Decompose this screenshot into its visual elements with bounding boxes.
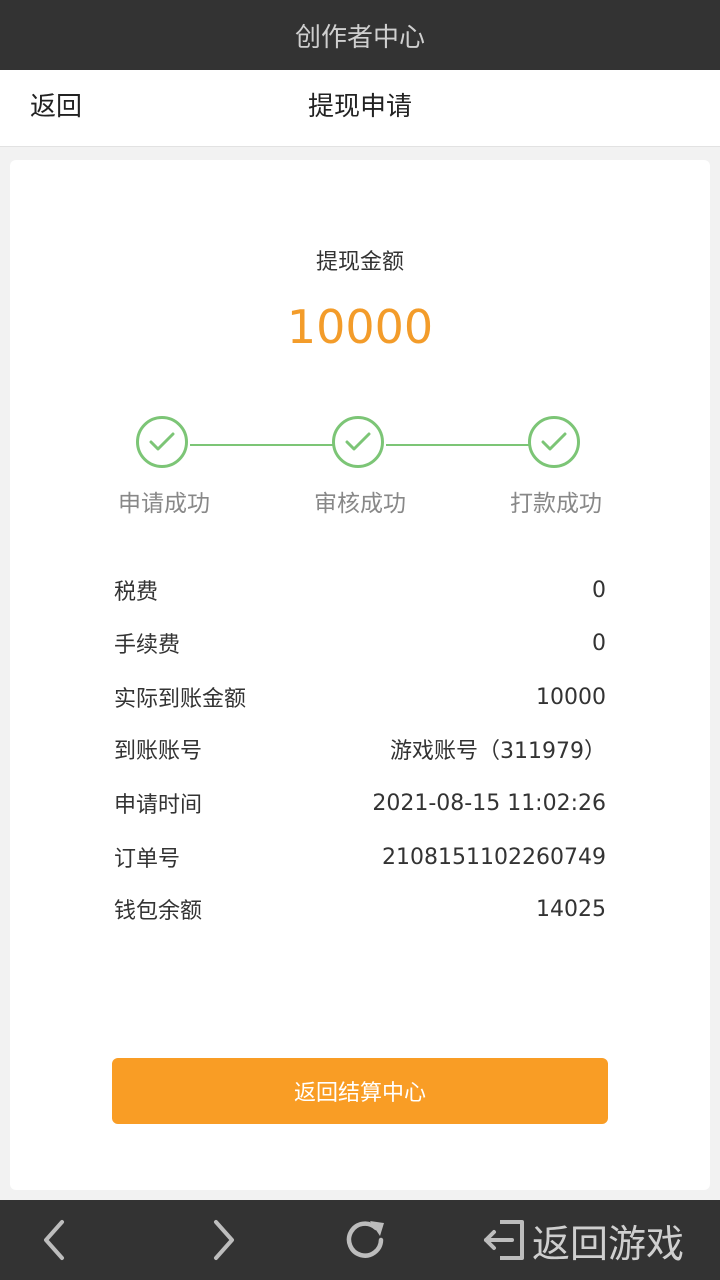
detail-row-wallet-balance: 钱包余额 14025 — [114, 891, 606, 927]
step-check-icon — [528, 416, 580, 468]
return-game-button[interactable]: 返回游戏 — [480, 1200, 684, 1280]
app-title: 创作者中心 — [294, 22, 425, 53]
detail-row-actual-amount: 实际到账金额 10000 — [114, 679, 606, 715]
bottom-nav-bar: 返回游戏 — [0, 1200, 720, 1280]
detail-label: 订单号 — [114, 847, 181, 872]
detail-label: 手续费 — [114, 633, 181, 658]
amount-value: 10000 — [286, 300, 434, 354]
detail-value: 2021-08-15 11:02:26 — [372, 790, 606, 816]
withdraw-card: 提现金额 10000 申请成功 审核成功 打款成功 税费 0 手续费 0 实际到… — [10, 160, 710, 1190]
detail-row-account: 到账账号 游戏账号（311979） — [114, 731, 606, 767]
step-connector — [190, 444, 334, 446]
detail-value: 0 — [592, 630, 606, 656]
step-label-review: 审核成功 — [314, 491, 406, 517]
back-button[interactable]: 返回 — [30, 70, 82, 146]
detail-value: 14025 — [536, 896, 606, 922]
detail-label: 到账账号 — [114, 739, 203, 764]
detail-row-apply-time: 申请时间 2021-08-15 11:02:26 — [114, 785, 606, 821]
refresh-icon[interactable] — [340, 1200, 390, 1280]
nav-bar: 提现申请 返回 — [0, 70, 720, 147]
step-check-icon — [136, 416, 188, 468]
detail-value: 0 — [592, 577, 606, 603]
detail-label: 钱包余额 — [114, 899, 203, 924]
exit-icon — [484, 1220, 524, 1260]
page-title: 提现申请 — [307, 92, 412, 122]
detail-label: 实际到账金额 — [114, 687, 247, 712]
detail-label: 税费 — [114, 580, 159, 605]
detail-value: 10000 — [536, 684, 606, 710]
chevron-right-icon[interactable] — [208, 1200, 240, 1280]
app-title-bar: 创作者中心 — [0, 0, 720, 70]
detail-row-order-no: 订单号 2108151102260749 — [114, 839, 606, 875]
detail-row-tax: 税费 0 — [114, 572, 606, 608]
detail-label: 申请时间 — [114, 793, 203, 818]
return-game-label: 返回游戏 — [532, 1221, 685, 1266]
detail-value: 2108151102260749 — [382, 844, 606, 870]
detail-row-fee: 手续费 0 — [114, 625, 606, 661]
amount-label: 提现金额 — [315, 250, 404, 275]
step-label-payment: 打款成功 — [510, 491, 602, 517]
step-connector — [386, 444, 530, 446]
step-label-apply: 申请成功 — [118, 491, 210, 517]
detail-value: 游戏账号（311979） — [390, 739, 606, 764]
step-check-icon — [332, 416, 384, 468]
chevron-left-icon[interactable] — [38, 1200, 70, 1280]
return-settlement-button[interactable]: 返回结算中心 — [112, 1058, 608, 1124]
